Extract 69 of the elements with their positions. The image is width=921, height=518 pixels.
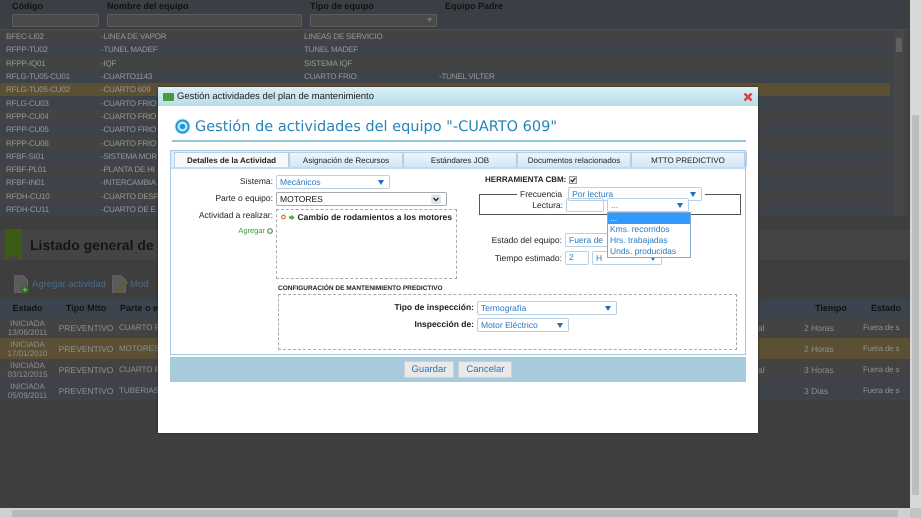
table-cell-text: 2 Horas <box>803 344 835 354</box>
table-cell: -IQF <box>101 58 116 68</box>
table-cell: Fuera de s <box>862 386 900 395</box>
field-label: Sistema: <box>238 175 274 188</box>
table-cell-text: PREVENTIVO <box>58 364 114 374</box>
table-cell: RFPP-CU06 <box>6 138 49 148</box>
table-cell-text: TUBERIAS <box>118 386 160 395</box>
table-cell: RFLG-TU05-CU01 <box>6 72 70 82</box>
table-cell-text: MOTORES <box>118 344 160 353</box>
table-cell-text: al <box>757 364 766 374</box>
table-cell: -CUARTO DE E <box>101 205 156 214</box>
table-cell-text: PREVENTIVO <box>58 344 114 354</box>
table-cell: -CUARTO FRIO <box>101 125 156 134</box>
table-cell: RFLG-CU03 <box>6 98 49 108</box>
dialog-title: Gestión actividades del plan de mantenimiento <box>177 91 375 102</box>
table-cell: -INTERCAMBIA <box>101 178 156 188</box>
table-cell: -CUARTO DESP <box>101 192 159 201</box>
table-cell-text: 3 Horas <box>803 364 835 374</box>
table-cell: Fuera de s <box>862 365 900 374</box>
field-label: Actividad a realizar: <box>198 209 274 222</box>
status-text: INICIADA <box>10 360 45 370</box>
field-label: Tipo de inspección: <box>393 301 475 314</box>
table-cell: -PLANTA DE HI <box>101 165 155 174</box>
table-cell: Fuera de s <box>862 323 900 332</box>
table-cell: -TUNEL MADEF <box>101 45 158 54</box>
table-cell: RFPP-IQ01 <box>6 58 46 68</box>
table-cell: RFDH-CU10 <box>6 192 50 201</box>
table-cell: -CUARTO FRIO <box>101 112 156 121</box>
table-cell: -SISTEMA MOR <box>101 152 157 161</box>
status-text: INICIADA <box>10 382 45 390</box>
table-cell: CUARTO FRIO <box>304 72 357 82</box>
table-cell-text: PREVENTIVO <box>58 322 114 332</box>
status-text: INICIADA <box>10 340 45 348</box>
field-label: HERRAMIENTA CBM: <box>485 175 566 184</box>
field-label: Estado del equipo: <box>490 235 562 245</box>
table-cell: RFBF-IN01 <box>6 178 45 188</box>
table-cell: RFLG-TU05-CU02 <box>6 85 70 94</box>
table-cell: -CUARTO FRIO <box>101 98 156 108</box>
table-cell: BFEC-LI02 <box>6 32 44 42</box>
field-label: Parte o equipo: <box>214 192 274 205</box>
table-cell: RFPP-TU02 <box>6 45 48 54</box>
table-cell-text: 2 Horas <box>803 322 835 332</box>
field-label: Frecuencia <box>520 188 564 200</box>
date-text: 05/09/2011 <box>8 390 48 400</box>
table-cell: -CUARTO FRIO <box>101 138 156 148</box>
date-text: 13/06/2011 <box>8 328 48 336</box>
table-cell: RFPP-CU05 <box>6 125 49 134</box>
table-cell: RFBF-PL01 <box>6 165 46 174</box>
table-cell: SISTEMA IQF <box>304 58 352 68</box>
field-label: Tiempo estimado: <box>494 253 562 263</box>
table-cell: -TUNEL VILTER <box>439 72 495 82</box>
table-cell-text: PREVENTIVO <box>58 386 114 396</box>
dialog-heading: Gestión de actividades del equipo "-CUARTO 609" <box>195 118 557 134</box>
table-cell: -CUARTO 609 <box>101 85 151 94</box>
table-cell: -CUARTO1143 <box>101 72 152 82</box>
table-cell: -LINEA DE VAPOR <box>101 32 166 42</box>
date-text: 17/01/2010 <box>7 348 48 358</box>
table-cell: Fuera de s <box>862 344 900 353</box>
table-cell-text: 3 Dias <box>803 386 830 396</box>
date-text: 03/12/2015 <box>7 370 48 378</box>
table-cell-text: al <box>757 322 766 332</box>
status-text: INICIADA <box>10 318 45 328</box>
table-cell: LINEAS DE SERVICIO <box>304 32 383 42</box>
table-cell: RFDH-CU11 <box>6 205 49 214</box>
table-cell: RFBF-SI01 <box>6 152 44 161</box>
table-cell: TUNEL MADEF <box>304 45 358 54</box>
field-label: Inspección de: <box>413 318 475 331</box>
table-cell: RFPP-CU04 <box>6 112 49 121</box>
field-label: Lectura: <box>531 200 563 210</box>
